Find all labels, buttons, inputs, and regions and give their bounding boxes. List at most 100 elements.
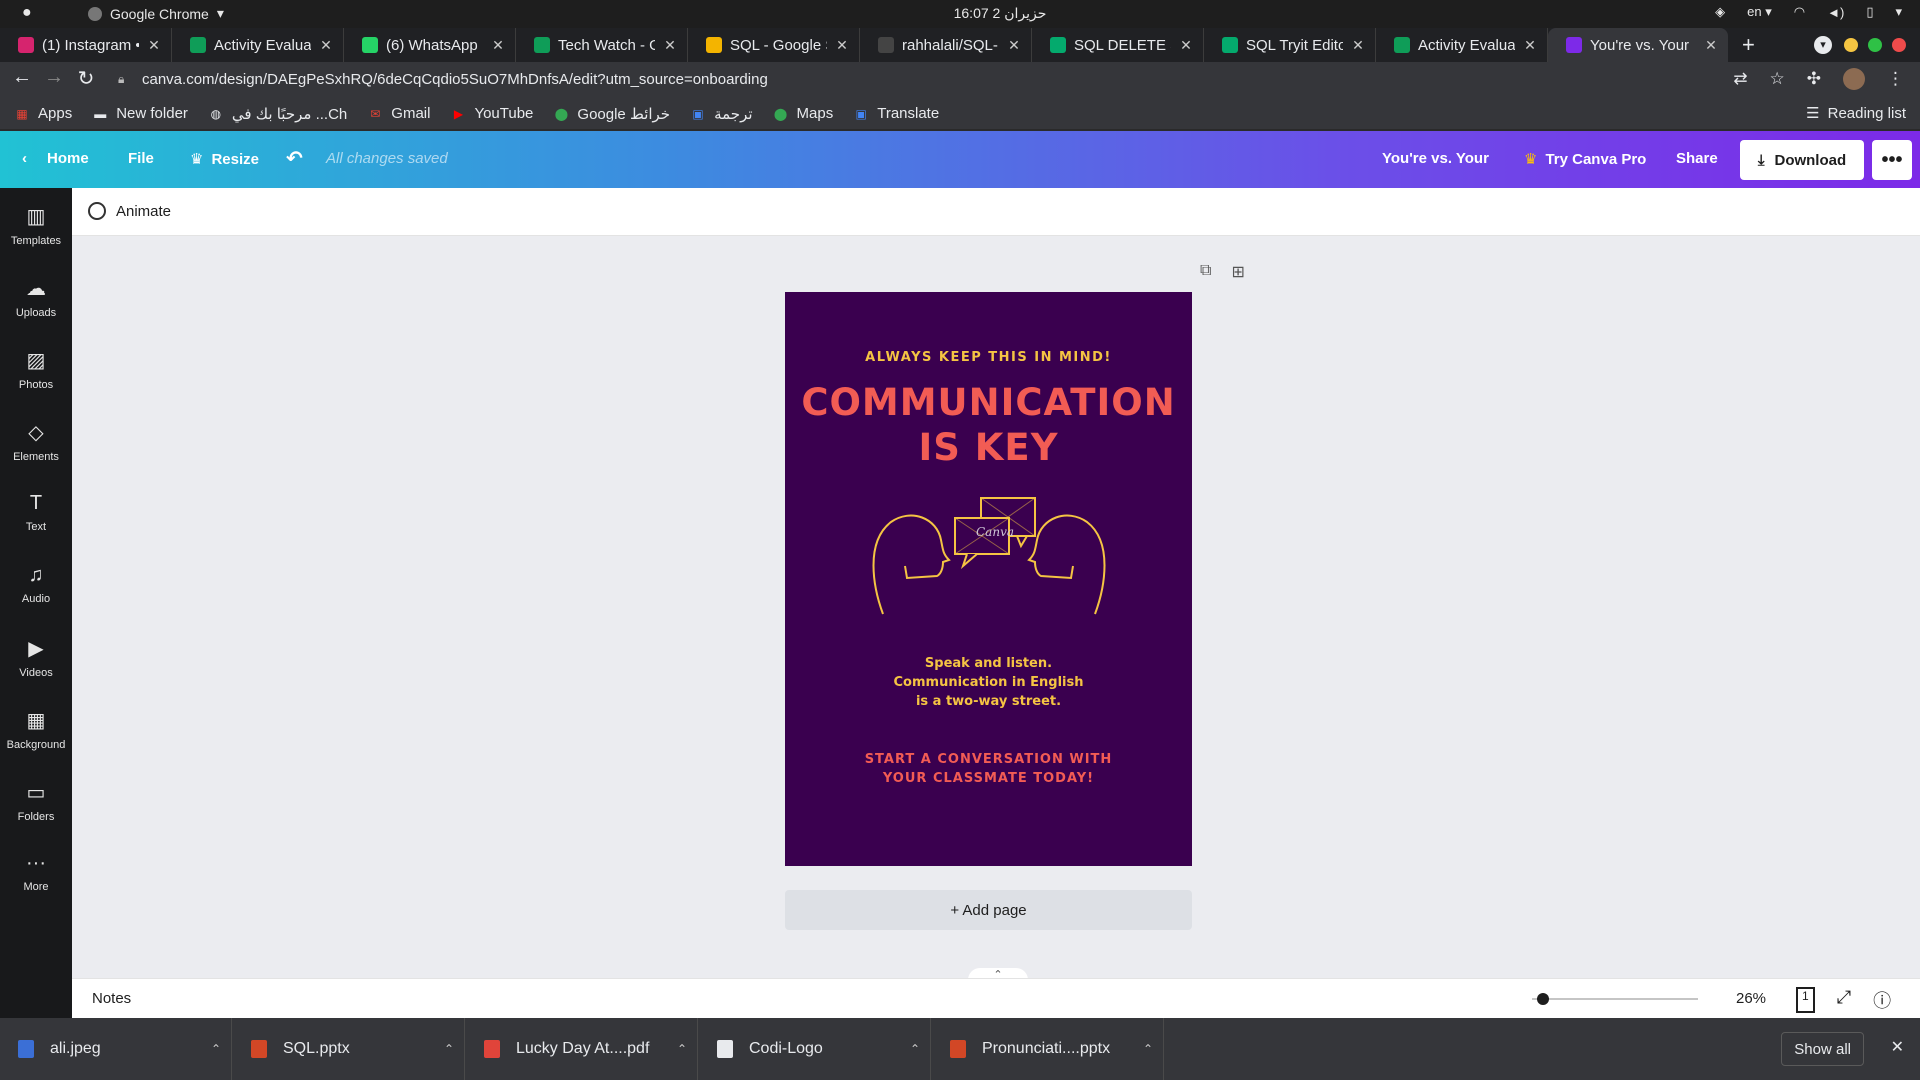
chevron-up-icon[interactable]: ⌃ xyxy=(1133,1042,1163,1056)
design-page[interactable]: ALWAYS KEEP THIS IN MIND! COMMUNICATION … xyxy=(785,292,1192,866)
new-tab-icon[interactable]: + xyxy=(1742,32,1755,58)
browser-tab[interactable]: You're vs. Your ✕ xyxy=(1548,28,1728,62)
volume-icon[interactable]: ◄) xyxy=(1827,5,1844,20)
home-button[interactable]: ‹ Home xyxy=(22,150,89,167)
two-heads-speech-bubbles-illustration[interactable]: Canva xyxy=(871,492,1107,622)
sidebar-item-photos[interactable]: ▨ Photos xyxy=(0,348,72,391)
browser-tab[interactable]: Activity Evaluat ✕ xyxy=(172,28,344,62)
try-canva-pro-button[interactable]: ♛ Try Canva Pro xyxy=(1524,150,1646,169)
poster-call-to-action[interactable]: START A CONVERSATION WITH YOUR CLASSMATE… xyxy=(785,750,1192,788)
browser-tab[interactable]: SQL - Google Sli ✕ xyxy=(688,28,860,62)
browser-tab[interactable]: SQL Tryit Editor ✕ xyxy=(1204,28,1376,62)
resize-button[interactable]: ♛ Resize xyxy=(190,150,259,169)
close-tab-icon[interactable]: ✕ xyxy=(1521,37,1539,54)
back-arrow-icon[interactable]: ← xyxy=(8,66,36,89)
document-title[interactable]: You're vs. Your xyxy=(1382,150,1489,167)
share-button[interactable]: Share xyxy=(1676,150,1718,167)
chevron-up-icon[interactable]: ⌃ xyxy=(667,1042,697,1056)
fullscreen-icon[interactable]: ⤢ xyxy=(1837,987,1851,1013)
zoom-slider-handle[interactable] xyxy=(1537,993,1550,1005)
bookmark-maps[interactable]: ⬤ Maps xyxy=(773,105,833,122)
sidebar-item-templates[interactable]: ▥ Templates xyxy=(0,204,72,247)
show-all-downloads-button[interactable]: Show all xyxy=(1781,1032,1864,1066)
close-tab-icon[interactable]: ✕ xyxy=(833,37,851,54)
zoom-level[interactable]: 26% xyxy=(1736,990,1766,1007)
tab-search-icon[interactable]: ▾ xyxy=(1814,36,1832,54)
close-tab-icon[interactable]: ✕ xyxy=(489,37,507,54)
notes-button[interactable]: Notes xyxy=(92,990,131,1007)
canvas-workspace[interactable]: ⧉ ⊞ ALWAYS KEEP THIS IN MIND! COMMUNICAT… xyxy=(72,236,1920,981)
chevron-up-icon[interactable]: ⌃ xyxy=(201,1042,231,1056)
close-icon[interactable]: ✕ xyxy=(1891,1037,1904,1057)
add-page-icon[interactable]: ⊞ xyxy=(1231,262,1244,282)
close-tab-icon[interactable]: ✕ xyxy=(1349,37,1367,54)
sidebar-item-folders[interactable]: ▭ Folders xyxy=(0,780,72,823)
animate-button[interactable]: Animate xyxy=(88,202,171,220)
page-count-button[interactable]: 1 xyxy=(1796,987,1815,1013)
duplicate-page-icon[interactable]: ⧉ xyxy=(1200,262,1211,282)
active-app-menu[interactable]: Google Chrome ▾ xyxy=(88,5,224,22)
close-tab-icon[interactable]: ✕ xyxy=(1702,37,1720,54)
poster-body[interactable]: Speak and listen. Communication in Engli… xyxy=(785,654,1192,711)
minimize-window-icon[interactable] xyxy=(1844,38,1858,52)
download-button[interactable]: ⤓ Download xyxy=(1740,140,1864,180)
bookmark-star-icon[interactable]: ☆ xyxy=(1770,69,1785,89)
file-menu-button[interactable]: File xyxy=(128,150,154,167)
browser-tab[interactable]: SQL DELETE Sta ✕ xyxy=(1032,28,1204,62)
bookmark-new-folder[interactable]: ▬ New folder xyxy=(92,105,188,122)
sidebar-item-audio[interactable]: ♫ Audio xyxy=(0,564,72,605)
chevron-down-icon[interactable]: ▾ xyxy=(1895,4,1902,20)
close-window-icon[interactable] xyxy=(1892,38,1906,52)
sidebar-item-text[interactable]: T Text xyxy=(0,492,72,533)
bookmark-youtube[interactable]: ▶ YouTube xyxy=(450,105,534,122)
download-item[interactable]: Pronunciati....pptx ⌃ xyxy=(932,1018,1164,1080)
profile-avatar[interactable] xyxy=(1843,68,1865,90)
bookmark-apps[interactable]: ▦ Apps xyxy=(14,105,72,122)
browser-tab[interactable]: (1) Instagram • C ✕ xyxy=(0,28,172,62)
browser-tab[interactable]: (6) WhatsApp ✕ xyxy=(344,28,516,62)
close-tab-icon[interactable]: ✕ xyxy=(1005,37,1023,54)
forward-arrow-icon[interactable]: → xyxy=(40,66,68,89)
download-item[interactable]: Codi-Logo ⌃ xyxy=(699,1018,931,1080)
url-field[interactable]: canva.com/design/DAEgPeSxhRQ/6deCqCqdio5… xyxy=(142,71,768,88)
bookmark-translate-ar[interactable]: ▣ ترجمة xyxy=(690,105,752,123)
undo-icon[interactable]: ↶ xyxy=(286,146,303,171)
chevron-up-icon[interactable]: ⌃ xyxy=(900,1042,930,1056)
poster-title[interactable]: COMMUNICATION IS KEY xyxy=(785,380,1192,470)
battery-icon[interactable]: ▯ xyxy=(1866,4,1873,20)
browser-tab[interactable]: rahhalali/SQL-E ✕ xyxy=(860,28,1032,62)
close-tab-icon[interactable]: ✕ xyxy=(661,37,679,54)
download-item[interactable]: ali.jpeg ⌃ xyxy=(0,1018,232,1080)
apple-icon[interactable]: ● xyxy=(22,4,32,22)
poster-eyebrow[interactable]: ALWAYS KEEP THIS IN MIND! xyxy=(785,350,1192,365)
lock-icon[interactable]: 🔒︎ xyxy=(118,72,124,87)
language-indicator[interactable]: en ▾ xyxy=(1747,4,1772,20)
bookmark-chrome-welcome[interactable]: ◍ مرحبًا بك في ...Ch xyxy=(208,105,348,123)
maximize-window-icon[interactable] xyxy=(1868,38,1882,52)
download-item[interactable]: Lucky Day At....pdf ⌃ xyxy=(466,1018,698,1080)
add-page-button[interactable]: + Add page xyxy=(785,890,1192,930)
wifi-icon[interactable]: ◠ xyxy=(1794,4,1805,20)
browser-tab[interactable]: Activity Evaluat ✕ xyxy=(1376,28,1548,62)
reload-icon[interactable]: ↻ xyxy=(72,66,100,91)
reading-list-button[interactable]: ☰ Reading list xyxy=(1806,104,1906,123)
sidebar-item-videos[interactable]: ▶ Videos xyxy=(0,636,72,679)
download-item[interactable]: SQL.pptx ⌃ xyxy=(233,1018,465,1080)
close-tab-icon[interactable]: ✕ xyxy=(317,37,335,54)
extensions-puzzle-icon[interactable]: ✣ xyxy=(1807,69,1821,89)
sidebar-item-elements[interactable]: ◇ Elements xyxy=(0,420,72,463)
bookmark-google-maps-ar[interactable]: ⬤ Google خرائط xyxy=(553,105,670,123)
clock[interactable]: 16:07 2 حزيران xyxy=(900,5,1100,22)
sidebar-item-uploads[interactable]: ☁ Uploads xyxy=(0,276,72,319)
sidebar-item-more[interactable]: ··· More xyxy=(0,852,72,893)
browser-tab[interactable]: Tech Watch - Go ✕ xyxy=(516,28,688,62)
discord-icon[interactable]: ◈ xyxy=(1715,4,1725,20)
browser-menu-icon[interactable]: ⋮ xyxy=(1887,69,1904,89)
translate-page-icon[interactable]: ⇄ xyxy=(1733,69,1747,89)
chevron-up-icon[interactable]: ⌃ xyxy=(434,1042,464,1056)
more-options-button[interactable]: ••• xyxy=(1872,140,1912,180)
close-tab-icon[interactable]: ✕ xyxy=(1177,37,1195,54)
sidebar-item-background[interactable]: ▦ Background xyxy=(0,708,72,751)
help-icon[interactable]: ⓘ xyxy=(1873,987,1891,1013)
bookmark-translate[interactable]: ▣ Translate xyxy=(853,105,940,122)
